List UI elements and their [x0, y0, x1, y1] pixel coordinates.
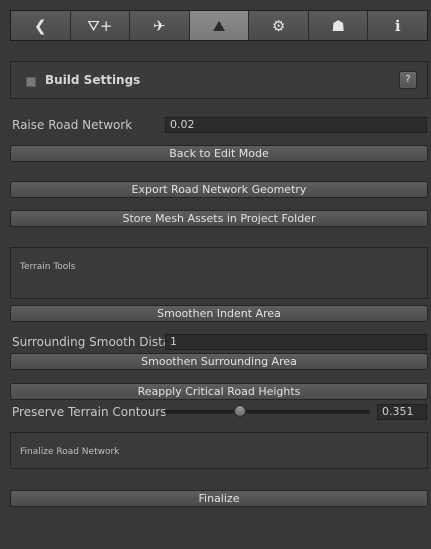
- raise-road-network-label: Raise Road Network: [12, 118, 133, 132]
- preserve-contours-value-field[interactable]: 0.351: [377, 404, 427, 420]
- info-tab[interactable]: ℹ: [368, 11, 427, 40]
- raise-road-network-field[interactable]: 0.02: [165, 117, 427, 133]
- smoothen-surrounding-area-button[interactable]: Smoothen Surrounding Area: [10, 353, 428, 370]
- back-to-edit-mode-button[interactable]: Back to Edit Mode: [10, 145, 428, 162]
- settings-tab[interactable]: ⚙: [249, 11, 309, 40]
- finalize-road-network-title: Finalize Road Network: [20, 447, 120, 457]
- terrain-tools-panel: Terrain Tools: [10, 247, 428, 299]
- intersection-tab[interactable]: ✈: [130, 11, 190, 40]
- store-mesh-assets-button[interactable]: Store Mesh Assets in Project Folder: [10, 210, 428, 227]
- intersection-icon: ✈: [153, 16, 166, 35]
- gear-icon: ⚙: [271, 16, 286, 35]
- preserve-contours-slider-track[interactable]: [165, 410, 370, 414]
- terrain-build-icon: ⛰: [212, 16, 226, 35]
- add-road-icon: ⛛+: [87, 16, 113, 35]
- preserve-contours-slider-handle[interactable]: [234, 405, 246, 417]
- foldout-toggle-icon[interactable]: [26, 77, 36, 87]
- info-icon: ℹ: [394, 16, 401, 35]
- stamp-icon: ☗: [331, 16, 345, 35]
- reapply-critical-road-heights-button[interactable]: Reapply Critical Road Heights: [10, 383, 428, 400]
- terrain-tools-title: Terrain Tools: [20, 262, 76, 272]
- stamp-tab[interactable]: ☗: [309, 11, 369, 40]
- back-arrow-icon: ❮: [34, 16, 47, 35]
- build-settings-title: Build Settings: [45, 73, 141, 87]
- back-tab[interactable]: ❮: [11, 11, 71, 40]
- build-settings-header: Build Settings ?: [10, 61, 428, 99]
- finalize-button[interactable]: Finalize: [10, 490, 428, 507]
- help-button[interactable]: ?: [399, 71, 417, 89]
- finalize-road-network-panel: Finalize Road Network: [10, 432, 428, 469]
- surrounding-smooth-distance-label: Surrounding Smooth Distai: [12, 335, 165, 349]
- export-road-network-geometry-button[interactable]: Export Road Network Geometry: [10, 181, 428, 198]
- preserve-terrain-contours-label: Preserve Terrain Contours: [12, 405, 167, 419]
- editor-toolbar: ❮ ⛛+ ✈ ⛰ ⚙ ☗ ℹ: [10, 10, 428, 41]
- terrain-build-tab[interactable]: ⛰: [189, 11, 250, 40]
- surrounding-smooth-distance-field[interactable]: 1: [165, 334, 427, 350]
- add-road-tab[interactable]: ⛛+: [71, 11, 131, 40]
- smoothen-indent-area-button[interactable]: Smoothen Indent Area: [10, 305, 428, 322]
